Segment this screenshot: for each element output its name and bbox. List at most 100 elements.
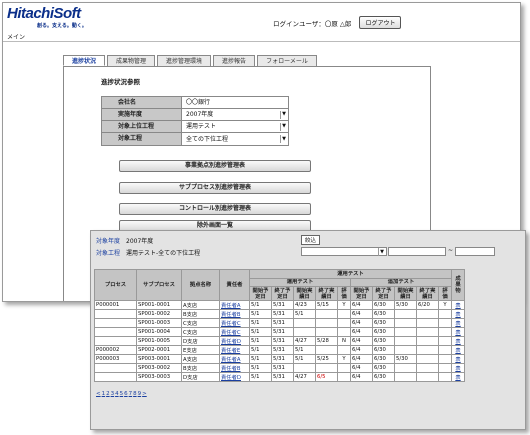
table-cell: C支店 xyxy=(181,327,220,337)
login-user-label: ログインユーザ：〇原 △郎 xyxy=(273,19,352,28)
table-cell: D支店 xyxy=(181,372,220,382)
table-cell: SP003-0002 xyxy=(136,363,182,373)
table-cell[interactable]: 表 xyxy=(451,327,465,337)
table-cell: 6/30 xyxy=(372,300,395,310)
table-cell xyxy=(394,336,417,346)
header: HitachiSoft 創る。支える。動く。 xyxy=(3,3,520,31)
table-cell: 5/1 xyxy=(249,318,272,328)
table-cell xyxy=(438,327,452,337)
table-cell: 5/1 xyxy=(249,309,272,319)
page-link[interactable]: 8 xyxy=(133,391,137,397)
chevron-down-icon[interactable]: ▼ xyxy=(378,248,385,256)
date-to-input[interactable] xyxy=(455,247,495,256)
site-progress-button[interactable]: 事業拠点別進捗管理表 xyxy=(119,160,311,172)
header-divider xyxy=(3,41,520,42)
table-cell xyxy=(394,345,417,355)
table-cell: 4/23 xyxy=(293,300,316,310)
form-row-year: 実施年度 2007年度 ▼ xyxy=(102,109,288,121)
chevron-down-icon[interactable]: ▼ xyxy=(280,122,287,131)
table-cell xyxy=(315,363,338,373)
table-cell xyxy=(315,309,338,319)
page-link[interactable]: 6 xyxy=(124,391,128,397)
table-cell[interactable]: 表 xyxy=(451,372,465,382)
chevron-down-icon[interactable]: ▼ xyxy=(280,135,287,143)
table-cell: 5/1 xyxy=(249,345,272,355)
tab-progress-report[interactable]: 進捗報告 xyxy=(213,55,256,66)
table-cell: 5/1 xyxy=(293,309,316,319)
year-filter: 対象年度 2007年度 xyxy=(96,236,153,245)
table-cell[interactable]: 表 xyxy=(451,309,465,319)
table-cell xyxy=(337,363,351,373)
table-cell xyxy=(394,309,417,319)
table-cell: 6/4 xyxy=(350,372,373,382)
tab-progress-env[interactable]: 進捗管理環境 xyxy=(157,55,212,66)
table-cell[interactable]: 責任者D xyxy=(219,372,250,382)
process-filter-label: 対象工程 xyxy=(96,250,121,257)
tab-deliverables[interactable]: 成果物管理 xyxy=(107,55,156,66)
filter-select[interactable]: ▼ xyxy=(301,247,387,256)
narrow-button[interactable]: 絞込 xyxy=(301,235,321,245)
table-cell[interactable]: 責任者B xyxy=(219,309,250,319)
table-cell: D支店 xyxy=(181,336,220,346)
table-cell xyxy=(94,318,137,328)
tab-follow-mail[interactable]: フォローメール xyxy=(257,55,317,66)
page-link[interactable]: < xyxy=(96,391,101,397)
table-cell xyxy=(94,372,137,382)
control-progress-button[interactable]: コントロール別進捗管理表 xyxy=(119,203,311,215)
table-row: P000003 SP003-0001 A支店 責任者A 5/1 5/31 5/1 5/25 Y 6… xyxy=(94,354,465,364)
col-site: 拠点名称 xyxy=(181,269,220,301)
table-cell xyxy=(293,318,316,328)
process-select[interactable]: 全ての下位工程 ▼ xyxy=(182,133,288,145)
table-cell: 5/31 xyxy=(271,318,294,328)
table-cell[interactable]: 責任者A xyxy=(219,354,250,364)
page-link[interactable]: 7 xyxy=(129,391,133,397)
company-field[interactable]: 〇〇銀行 xyxy=(182,97,288,108)
table-row: SP003-0002 B支店 責任者B 5/1 5/31 6/4 6/30 表 xyxy=(94,363,465,373)
page-link[interactable]: 4 xyxy=(115,391,119,397)
table-cell: 6/30 xyxy=(372,363,395,373)
table-cell[interactable]: 表 xyxy=(451,318,465,328)
table-cell: 6/30 xyxy=(372,318,395,328)
year-filter-value: 2007年度 xyxy=(126,238,154,245)
table-cell[interactable]: 表 xyxy=(451,336,465,346)
table-cell: 5/25 xyxy=(315,354,338,364)
table-cell[interactable]: 表 xyxy=(451,354,465,364)
table-cell: 5/1 xyxy=(249,300,272,310)
upper-process-label: 対象上位工程 xyxy=(102,121,182,132)
page-link[interactable]: 1 xyxy=(102,391,106,397)
table-cell[interactable]: 責任者C xyxy=(219,327,250,337)
year-select[interactable]: 2007年度 ▼ xyxy=(182,109,288,120)
page-link[interactable]: 2 xyxy=(106,391,110,397)
tab-bar: 進捗状況 成果物管理 進捗管理環境 進捗報告 フォローメール xyxy=(63,55,317,66)
table-cell[interactable]: 表 xyxy=(451,363,465,373)
page-link[interactable]: > xyxy=(142,391,147,397)
table-cell: 5/31 xyxy=(271,354,294,364)
table-cell[interactable]: 責任者E xyxy=(219,345,250,355)
table-cell: SP003-0001 xyxy=(136,354,182,364)
date-from-input[interactable] xyxy=(388,247,446,256)
table-cell xyxy=(337,318,351,328)
table-cell[interactable]: 責任者A xyxy=(219,300,250,310)
table-cell[interactable]: 表 xyxy=(451,345,465,355)
table-cell: SP001-0005 xyxy=(136,336,182,346)
table-cell: N xyxy=(337,336,351,346)
table-row: SP003-0003 D支店 責任者D 5/1 5/31 4/27 6/5 6/4 6/30 表 xyxy=(94,372,465,382)
page-link[interactable]: 5 xyxy=(120,391,124,397)
table-cell[interactable]: 責任者B xyxy=(219,363,250,373)
table-cell[interactable]: 責任者C xyxy=(219,318,250,328)
table-cell xyxy=(293,363,316,373)
tab-progress[interactable]: 進捗状況 xyxy=(63,55,106,66)
upper-process-select[interactable]: 運用テスト ▼ xyxy=(182,121,288,132)
table-cell xyxy=(438,345,452,355)
table-cell xyxy=(438,354,452,364)
table-cell: 6/4 xyxy=(350,300,373,310)
page-link[interactable]: 9 xyxy=(138,391,142,397)
table-cell xyxy=(337,345,351,355)
table-cell[interactable]: 責任者D xyxy=(219,336,250,346)
chevron-down-icon[interactable]: ▼ xyxy=(280,110,287,119)
table-cell[interactable]: 表 xyxy=(451,300,465,310)
page-link[interactable]: 3 xyxy=(111,391,115,397)
subprocess-progress-button[interactable]: サブプロセス別進捗管理表 xyxy=(119,182,311,194)
logout-button[interactable]: ログアウト xyxy=(359,16,402,29)
table-cell xyxy=(416,309,439,319)
